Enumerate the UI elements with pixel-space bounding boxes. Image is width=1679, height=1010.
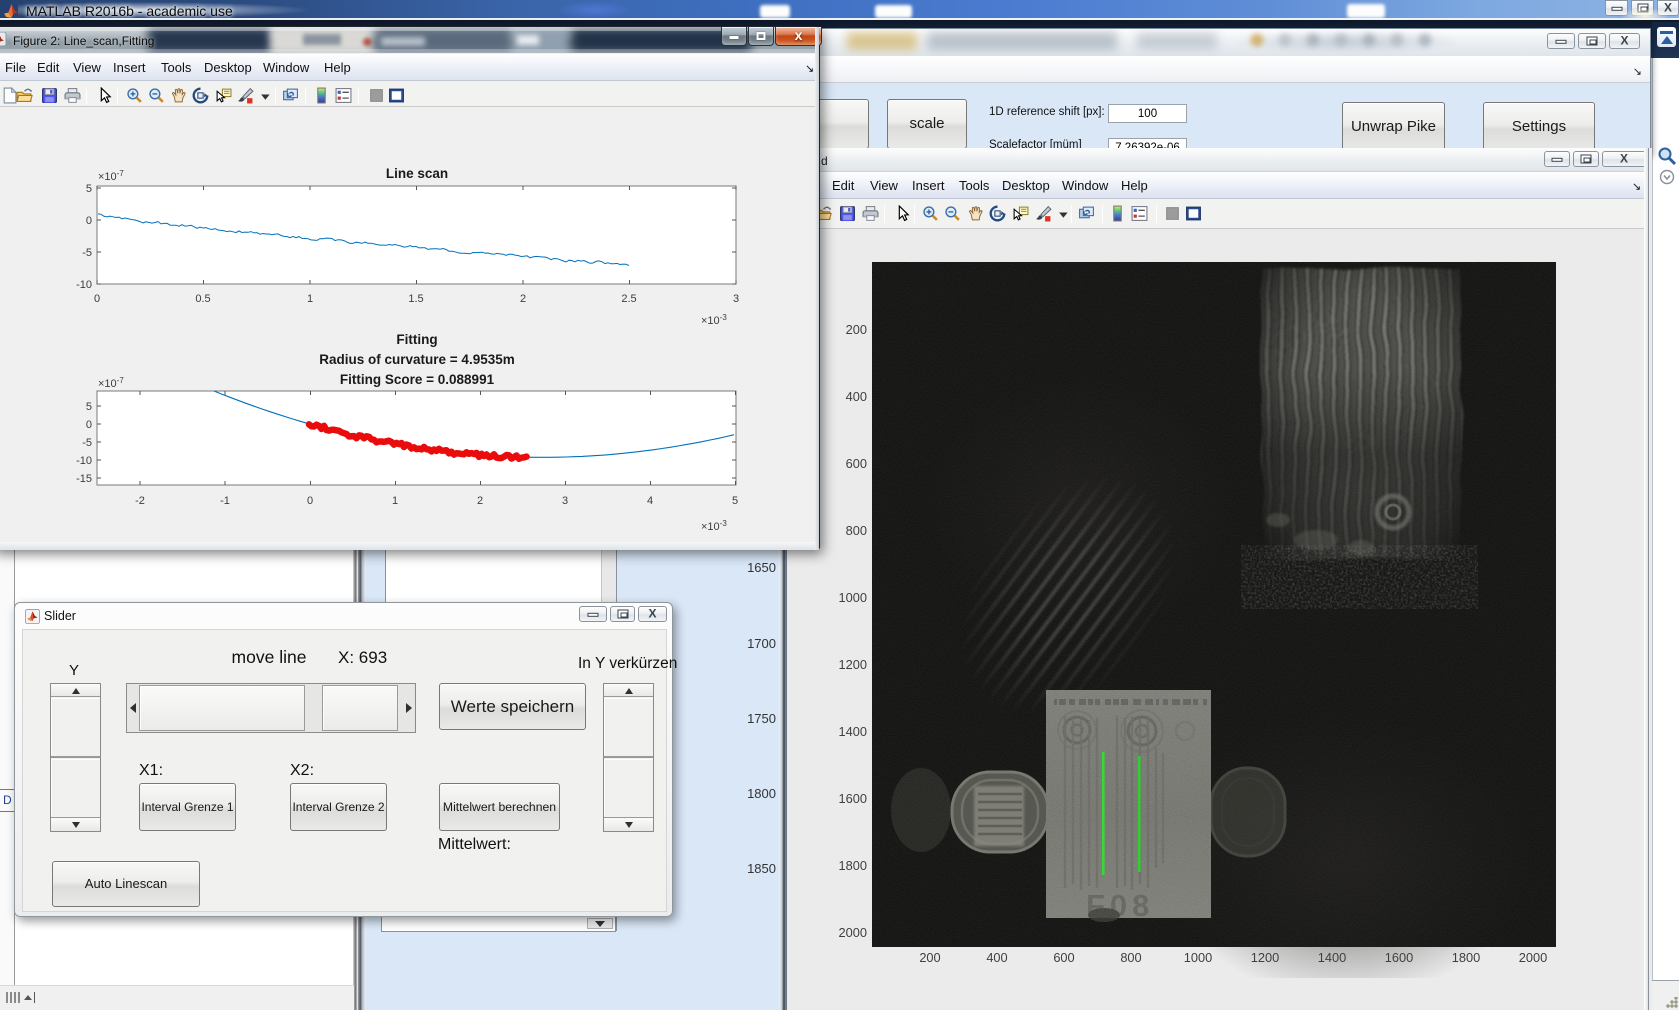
svg-text:Fitting Score = 0.088991: Fitting Score = 0.088991 xyxy=(340,372,495,387)
svg-text:-10: -10 xyxy=(76,455,92,467)
svg-text:400: 400 xyxy=(846,389,867,404)
svg-text:5: 5 xyxy=(86,401,92,413)
svg-text:-2: -2 xyxy=(135,495,145,507)
svg-text:-15: -15 xyxy=(76,473,92,485)
svg-text:3: 3 xyxy=(562,495,568,507)
svg-text:0: 0 xyxy=(94,293,100,305)
svg-text:Line scan: Line scan xyxy=(386,166,448,181)
svg-text:5: 5 xyxy=(86,183,92,195)
svg-text:1400: 1400 xyxy=(1318,950,1346,965)
svg-text:1600: 1600 xyxy=(839,791,867,806)
svg-text:1000: 1000 xyxy=(1184,950,1212,965)
svg-text:1200: 1200 xyxy=(1251,950,1279,965)
svg-text:-1: -1 xyxy=(220,495,230,507)
svg-text:Fitting: Fitting xyxy=(396,332,437,347)
svg-text:-5: -5 xyxy=(82,437,92,449)
svg-text:0.5: 0.5 xyxy=(195,293,210,305)
svg-text:0: 0 xyxy=(86,419,92,431)
svg-text:600: 600 xyxy=(846,456,867,471)
svg-text:×10-7: ×10-7 xyxy=(98,376,124,390)
svg-text:-5: -5 xyxy=(82,247,92,259)
svg-text:1400: 1400 xyxy=(839,724,867,739)
svg-text:Radius of curvature = 4.9535m: Radius of curvature = 4.9535m xyxy=(319,352,514,367)
svg-text:2000: 2000 xyxy=(839,925,867,940)
svg-text:1600: 1600 xyxy=(1385,950,1413,965)
svg-text:0: 0 xyxy=(86,215,92,227)
svg-text:0: 0 xyxy=(307,495,313,507)
svg-text:200: 200 xyxy=(919,950,940,965)
svg-text:4: 4 xyxy=(647,495,653,507)
svg-text:3: 3 xyxy=(733,293,739,305)
svg-text:×10-3: ×10-3 xyxy=(701,519,727,533)
svg-text:2: 2 xyxy=(477,495,483,507)
svg-text:2000: 2000 xyxy=(1519,950,1547,965)
svg-text:1800: 1800 xyxy=(839,858,867,873)
svg-text:600: 600 xyxy=(1053,950,1074,965)
svg-text:1.5: 1.5 xyxy=(408,293,423,305)
svg-text:1: 1 xyxy=(307,293,313,305)
svg-text:2: 2 xyxy=(520,293,526,305)
svg-text:1000: 1000 xyxy=(839,590,867,605)
svg-text:1: 1 xyxy=(392,495,398,507)
svg-text:800: 800 xyxy=(846,523,867,538)
svg-text:×10-7: ×10-7 xyxy=(98,169,124,183)
svg-text:-10: -10 xyxy=(76,279,92,291)
svg-text:1800: 1800 xyxy=(1452,950,1480,965)
svg-text:1200: 1200 xyxy=(839,657,867,672)
svg-text:×10-3: ×10-3 xyxy=(701,313,727,327)
svg-text:5: 5 xyxy=(732,495,738,507)
svg-text:200: 200 xyxy=(846,322,867,337)
svg-text:400: 400 xyxy=(986,950,1007,965)
svg-text:800: 800 xyxy=(1120,950,1141,965)
svg-text:2.5: 2.5 xyxy=(621,293,636,305)
